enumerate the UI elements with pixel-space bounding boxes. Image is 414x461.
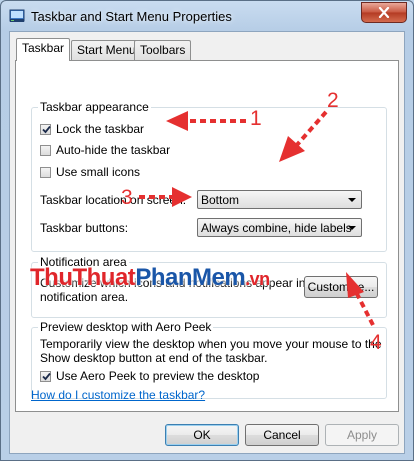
checkmark-icon [42,372,51,381]
close-button[interactable] [361,2,407,23]
aero-peek-description-line1: Temporarily view the desktop when you mo… [40,337,382,351]
ok-button-label: OK [193,428,211,442]
taskbar-appearance-title: Taskbar appearance [38,100,151,114]
small-icons-label[interactable]: Use small icons [56,165,140,179]
tab-taskbar[interactable]: Taskbar [16,38,71,61]
cancel-button-label: Cancel [263,428,301,442]
customize-button[interactable]: Customize... [304,276,378,298]
annotation-number-3: 3 [121,186,133,209]
aero-peek-checkbox[interactable] [40,371,51,382]
taskbar-buttons-label: Taskbar buttons: [40,221,129,235]
autohide-taskbar-label[interactable]: Auto-hide the taskbar [56,143,170,157]
ok-button[interactable]: OK [165,424,239,446]
tab-start-menu[interactable]: Start Menu [71,40,142,60]
aero-peek-description-line2: Show desktop button at end of the taskba… [40,351,268,365]
annotation-number-2: 2 [327,89,339,112]
tab-toolbars-label: Toolbars [140,43,186,57]
aero-peek-title: Preview desktop with Aero Peek [38,320,214,334]
chevron-down-icon [348,226,356,230]
customize-button-label: Customize... [307,280,375,294]
annotation-number-1: 1 [250,107,262,130]
annotation-number-4: 4 [370,331,382,354]
taskbar-tab-panel: Taskbar appearance Lock the taskbar Auto… [15,60,399,412]
lock-taskbar-checkbox[interactable] [40,124,51,135]
tab-toolbars[interactable]: Toolbars [134,40,192,60]
watermark-part1: ThuThuat [30,264,136,291]
notification-description-line2: notification area. [40,290,129,304]
aero-peek-label[interactable]: Use Aero Peek to preview the desktop [56,369,259,383]
watermark-part2: PhanMem [135,264,246,291]
cancel-button[interactable]: Cancel [245,424,319,446]
help-link[interactable]: How do I customize the taskbar? [31,388,205,402]
watermark-part3: .vn [245,269,270,289]
taskbar-buttons-value: Always combine, hide labels [201,221,352,235]
apply-button-label: Apply [346,428,378,442]
chevron-down-icon [348,198,356,202]
small-icons-checkbox[interactable] [40,167,51,178]
title-bar[interactable]: Taskbar and Start Menu Properties [1,1,413,31]
apply-button[interactable]: Apply [325,424,399,446]
properties-window: Taskbar and Start Menu Properties Taskba… [0,0,414,461]
tab-taskbar-label: Taskbar [22,41,65,55]
taskbar-location-label: Taskbar location on screen: [40,193,187,207]
taskbar-location-select[interactable]: Bottom [197,190,362,209]
taskbar-location-value: Bottom [201,193,240,207]
taskbar-buttons-select[interactable]: Always combine, hide labels [197,218,362,237]
dialog-client: Taskbar Start Menu Toolbars Taskbar appe… [9,31,405,454]
checkmark-icon [42,125,51,134]
close-icon [378,7,390,18]
watermark-logo: ThuThuatPhanMem.vn [30,264,270,292]
tab-start-menu-label: Start Menu [77,43,136,57]
lock-taskbar-label[interactable]: Lock the taskbar [56,122,144,136]
taskbar-properties-icon [9,9,25,22]
window-title: Taskbar and Start Menu Properties [31,9,232,24]
autohide-taskbar-checkbox[interactable] [40,145,51,156]
